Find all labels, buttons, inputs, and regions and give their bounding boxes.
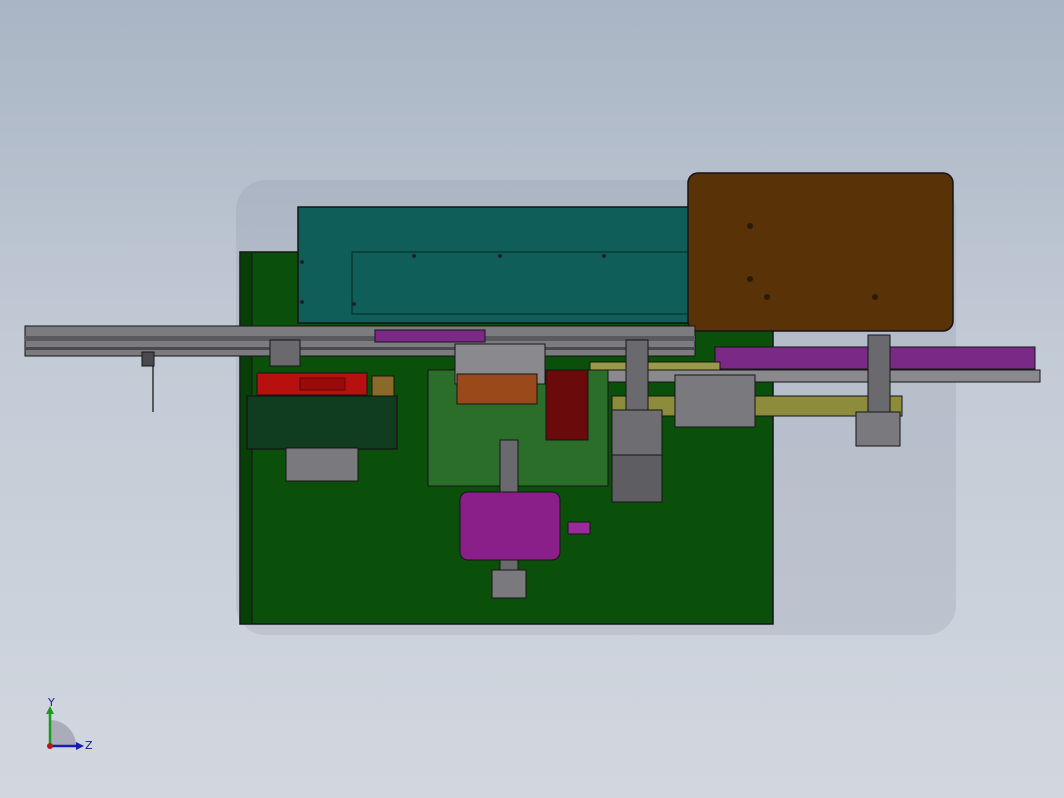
cad-viewport[interactable] xyxy=(0,0,1064,798)
purple-belt-left xyxy=(374,329,486,343)
red-block-detail xyxy=(299,377,346,391)
shaft-base xyxy=(491,569,527,599)
sensor xyxy=(141,351,155,367)
motor-cap xyxy=(611,454,663,503)
screw xyxy=(300,300,304,304)
screw xyxy=(764,294,770,300)
magenta-hub xyxy=(567,521,591,535)
dark-red-cylinder[interactable] xyxy=(545,369,589,441)
knob xyxy=(371,375,395,397)
long-rail-slot xyxy=(25,336,695,341)
screw xyxy=(872,294,878,300)
profile-block xyxy=(285,447,359,482)
screw xyxy=(412,254,416,258)
screw xyxy=(352,302,356,306)
pulley-bottom xyxy=(855,411,901,447)
screw xyxy=(300,260,304,264)
z-axis-label: Z xyxy=(85,739,93,752)
teal-cover-inner xyxy=(351,251,693,315)
orange-block xyxy=(456,373,538,405)
pulley-column xyxy=(625,339,649,411)
triad-quadrant xyxy=(50,720,76,746)
dark-green-box[interactable] xyxy=(246,395,398,450)
screw xyxy=(747,276,753,282)
y-axis-label: Y xyxy=(47,698,55,709)
magenta-wheel[interactable] xyxy=(459,491,561,561)
view-orientation-triad: Y Z xyxy=(46,698,93,752)
long-rail-edge xyxy=(25,347,695,350)
screw xyxy=(747,223,753,229)
right-gray-plate xyxy=(674,374,756,428)
z-axis-head xyxy=(76,742,84,750)
rail-bracket xyxy=(269,339,301,367)
x-axis-dot xyxy=(47,743,53,749)
olive-rail-top xyxy=(589,361,721,371)
thin-rail xyxy=(589,369,1041,383)
screw xyxy=(602,254,606,258)
brown-plate[interactable] xyxy=(687,172,954,332)
screw xyxy=(498,254,502,258)
